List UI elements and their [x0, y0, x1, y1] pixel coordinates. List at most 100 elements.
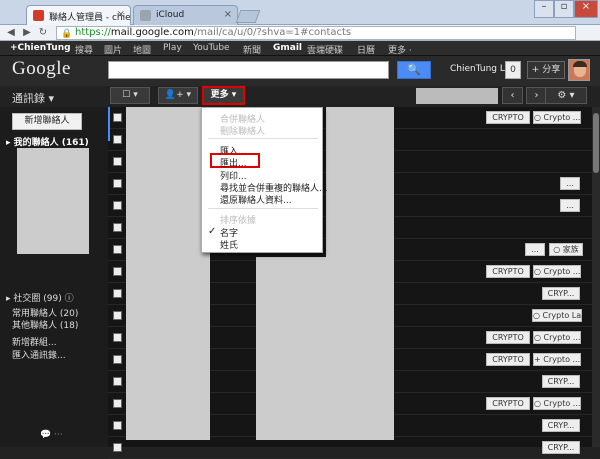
- more-button[interactable]: 更多 ▾: [202, 86, 245, 105]
- chat-icon[interactable]: 💬 ···: [40, 430, 63, 440]
- group-tag[interactable]: ○ Crypto ...: [533, 331, 581, 344]
- avatar[interactable]: [568, 59, 590, 81]
- close-window-icon[interactable]: ×: [574, 0, 598, 18]
- sidebar-item-circles[interactable]: ▸ 社交圈 (99) ⓘ: [6, 291, 74, 304]
- close-tab-icon[interactable]: ×: [224, 9, 232, 20]
- scrollbar[interactable]: [592, 107, 600, 447]
- row-checkbox[interactable]: [113, 245, 122, 254]
- row-checkbox[interactable]: [113, 179, 122, 188]
- select-all-button[interactable]: ☐ ▾: [110, 87, 150, 104]
- prev-page-icon[interactable]: ‹: [502, 87, 523, 104]
- gbar-item-maps[interactable]: 地圖: [133, 43, 151, 56]
- minimize-icon[interactable]: –: [534, 0, 554, 18]
- new-contact-button[interactable]: 新增聯絡人: [12, 113, 82, 130]
- url-scheme: https://: [75, 27, 111, 38]
- group-tag[interactable]: ...: [560, 199, 580, 212]
- gbar-item-search[interactable]: 搜尋: [75, 43, 93, 56]
- sidebar-item-other[interactable]: 其他聯絡人 (18): [12, 318, 78, 331]
- group-tag[interactable]: CRYPTO: [486, 331, 530, 344]
- gbar-item-drive[interactable]: 雲端硬碟: [307, 43, 343, 56]
- row-checkbox[interactable]: [113, 399, 122, 408]
- tab-contacts-manager[interactable]: 聯絡人管理員 - chie ×: [26, 5, 131, 25]
- notification-count[interactable]: 0: [505, 61, 521, 79]
- maximize-icon[interactable]: ▫: [554, 0, 574, 18]
- menu-item-delete: 刪除聯絡人: [220, 127, 266, 137]
- row-checkbox[interactable]: [113, 355, 122, 364]
- gbar-item-play[interactable]: Play: [163, 43, 182, 53]
- menu-item-export[interactable]: 匯出...: [220, 156, 247, 169]
- scrollbar-thumb[interactable]: [593, 113, 599, 173]
- group-tag[interactable]: ○ 家族: [549, 243, 583, 256]
- group-tag[interactable]: CRYPTO: [486, 397, 530, 410]
- row-checkbox[interactable]: [113, 267, 122, 276]
- group-tag[interactable]: + Crypto ...: [533, 353, 581, 366]
- row-checkbox[interactable]: [113, 311, 122, 320]
- tab-icloud[interactable]: iCloud ×: [133, 5, 238, 25]
- next-page-icon[interactable]: ›: [526, 87, 547, 104]
- group-tag[interactable]: CRYPTO: [486, 111, 530, 124]
- group-tag[interactable]: CRYPTO: [486, 353, 530, 366]
- row-checkbox[interactable]: [113, 333, 122, 342]
- group-tag[interactable]: CRYP...: [542, 287, 580, 300]
- group-tag[interactable]: CRYP...: [542, 441, 580, 454]
- sidebar-item-import[interactable]: 匯入通訊錄...: [12, 348, 66, 361]
- google-logo[interactable]: Google: [12, 58, 71, 80]
- gbar-item-more[interactable]: 更多 ·: [388, 43, 412, 56]
- contacts-title-dropdown[interactable]: 通訊錄 ▾: [12, 90, 54, 106]
- url-host: mail.google.com: [110, 27, 194, 38]
- contact-list: CRYPTO ○ Crypto ............ ○ 家族 CRYPTO ○ C…: [108, 107, 592, 459]
- row-checkbox[interactable]: [113, 135, 122, 144]
- reload-icon[interactable]: ↻: [36, 27, 50, 39]
- tab-label: iCloud: [156, 10, 185, 20]
- group-tag[interactable]: ...: [560, 177, 580, 190]
- more-menu: 合併聯絡人 刪除聯絡人 匯入... 匯出... 列印... 尋找並合併重複的聯絡…: [201, 107, 328, 253]
- group-tag[interactable]: ○ Crypto ...: [533, 265, 581, 278]
- gbar-item-news[interactable]: 新聞: [243, 43, 261, 56]
- gbar-user[interactable]: +ChienTung: [10, 43, 71, 53]
- row-checkbox[interactable]: [113, 377, 122, 386]
- redacted-column: [256, 257, 326, 440]
- redacted-column: [126, 107, 210, 440]
- username[interactable]: ChienTung Lu: [450, 64, 510, 74]
- share-button[interactable]: + 分享: [527, 61, 565, 79]
- gbar-item-images[interactable]: 圖片: [104, 43, 122, 56]
- redacted-column: [326, 107, 394, 440]
- search-input[interactable]: [108, 61, 389, 79]
- group-tag[interactable]: ○ Crypto ...: [533, 111, 581, 124]
- row-checkbox[interactable]: [113, 157, 122, 166]
- menu-item-sort-last-name[interactable]: 姓氏: [220, 238, 238, 251]
- row-checkbox[interactable]: [113, 201, 122, 210]
- gbar-item-youtube[interactable]: YouTube: [193, 43, 230, 53]
- new-tab-button[interactable]: [235, 10, 261, 23]
- group-tag[interactable]: ...: [525, 243, 545, 256]
- group-tag[interactable]: ○ Crypto Lab: [532, 309, 582, 322]
- google-bar: +ChienTung 搜尋 圖片 地圖 Play YouTube 新聞 Gmai…: [0, 41, 600, 56]
- menu-sort-header: 排序依據: [220, 216, 257, 226]
- gbar-item-calendar[interactable]: 日曆: [357, 43, 375, 56]
- settings-gear-icon[interactable]: ⚙ ▾: [545, 87, 587, 104]
- table-row[interactable]: CRYP...: [108, 437, 592, 459]
- row-checkbox[interactable]: [113, 223, 122, 232]
- browser-tab-bar: 聯絡人管理員 - chie × iCloud × – ▫ ×: [0, 0, 600, 25]
- url-input[interactable]: 🔒 https://mail.google.com/mail/ca/u/0/?s…: [56, 26, 576, 40]
- group-tag[interactable]: CRYPTO: [486, 265, 530, 278]
- add-to-group-button[interactable]: 👤+ ▾: [158, 87, 198, 104]
- group-tag[interactable]: CRYP...: [542, 419, 580, 432]
- row-checkbox[interactable]: [113, 113, 122, 122]
- gbar-item-gmail[interactable]: Gmail: [273, 43, 302, 53]
- row-checkbox[interactable]: [113, 421, 122, 430]
- group-tag[interactable]: ○ Crypto ...: [533, 397, 581, 410]
- sidebar-item-new-group[interactable]: 新增群組...: [12, 335, 57, 348]
- redacted-contact-list: [17, 148, 89, 254]
- forward-icon[interactable]: ▶: [20, 27, 34, 39]
- group-tag[interactable]: CRYP...: [542, 375, 580, 388]
- lock-icon: 🔒: [61, 29, 73, 39]
- row-checkbox[interactable]: [113, 443, 122, 452]
- search-button[interactable]: 🔍: [397, 61, 431, 79]
- row-checkbox[interactable]: [113, 289, 122, 298]
- menu-item-restore[interactable]: 還原聯絡人資料...: [220, 193, 292, 206]
- back-icon[interactable]: ◀: [4, 27, 18, 39]
- gmail-favicon-icon: [33, 10, 44, 21]
- close-tab-icon[interactable]: ×: [117, 9, 125, 20]
- sidebar-item-my-contacts[interactable]: ▸ 我的聯絡人 (161): [6, 135, 89, 148]
